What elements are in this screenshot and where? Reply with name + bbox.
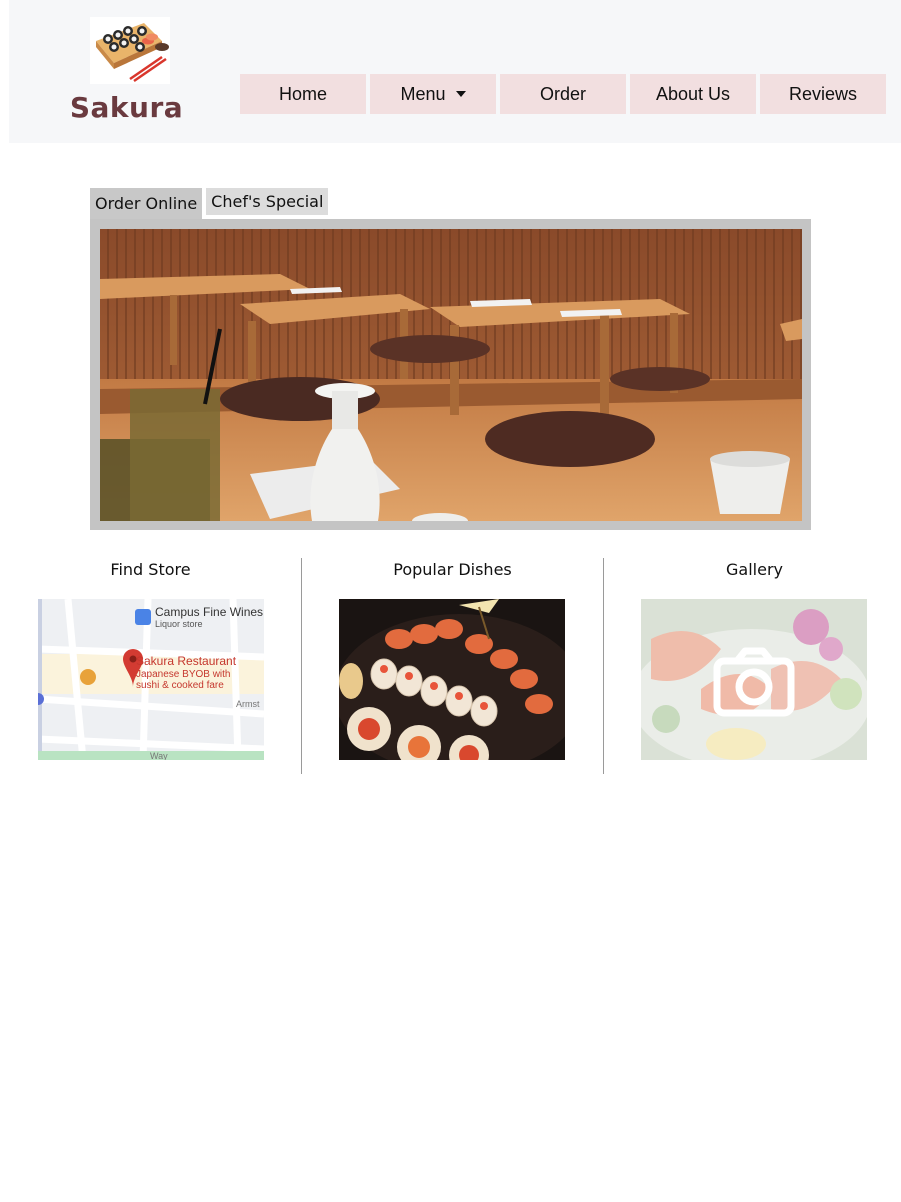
popular-dishes-image[interactable] — [339, 599, 565, 760]
brand-name: Sakura — [69, 91, 184, 124]
popular-dishes-title: Popular Dishes — [393, 560, 512, 579]
restaurant-interior-image — [100, 229, 802, 521]
tab-chefs-special-label: Chef's Special — [211, 192, 324, 211]
tab-order-online-label: Order Online — [95, 194, 198, 213]
tab-order-online[interactable]: Order Online — [90, 188, 203, 219]
gallery-image[interactable] — [641, 599, 867, 760]
map-street1: Armst — [236, 699, 260, 709]
nav-reviews-label: Reviews — [788, 83, 858, 104]
map-place1-type: Liquor store — [155, 619, 203, 629]
site-header: Sakura Home Menu Order About Us Reviews — [9, 0, 901, 143]
nav-order-label: Order — [539, 83, 586, 104]
tab-bar: Order Online Chef's Special — [90, 188, 329, 219]
nav-home-label: Home — [278, 83, 327, 104]
map-place2-desc1: Japanese BYOB with — [136, 669, 231, 680]
gallery-title: Gallery — [726, 560, 783, 579]
nav-about-us[interactable]: About Us — [630, 74, 756, 114]
logo[interactable]: Sakura — [64, 17, 189, 127]
nav-home[interactable]: Home — [240, 74, 366, 114]
map-place2-name: Sakura Restaurant — [136, 654, 237, 668]
nav-menu[interactable]: Menu — [370, 74, 496, 114]
sashimi-image — [641, 599, 867, 760]
store-icon — [135, 609, 151, 625]
cafe-icon — [80, 669, 96, 685]
find-store-title: Find Store — [110, 560, 191, 579]
nav-about-label: About Us — [655, 83, 731, 104]
store-map[interactable]: Campus Fine Wines Liquor store Sakura Re… — [38, 599, 264, 760]
main-nav: Home Menu Order About Us Reviews — [240, 74, 886, 114]
nav-order[interactable]: Order — [500, 74, 626, 114]
nav-menu-label: Menu — [400, 83, 446, 104]
map-place2-desc2: sushi & cooked fare — [136, 680, 224, 691]
map-place1-name: Campus Fine Wines — [155, 605, 263, 619]
map-image: Campus Fine Wines Liquor store Sakura Re… — [38, 599, 264, 760]
caret-down-icon — [455, 91, 466, 97]
tab-chefs-special[interactable]: Chef's Special — [206, 188, 329, 215]
sushi-rolls-image — [339, 599, 565, 760]
map-street2: Way — [150, 751, 168, 760]
hero-frame — [90, 219, 811, 530]
sushi-platter-logo-icon — [90, 17, 170, 84]
nav-reviews[interactable]: Reviews — [760, 74, 886, 114]
